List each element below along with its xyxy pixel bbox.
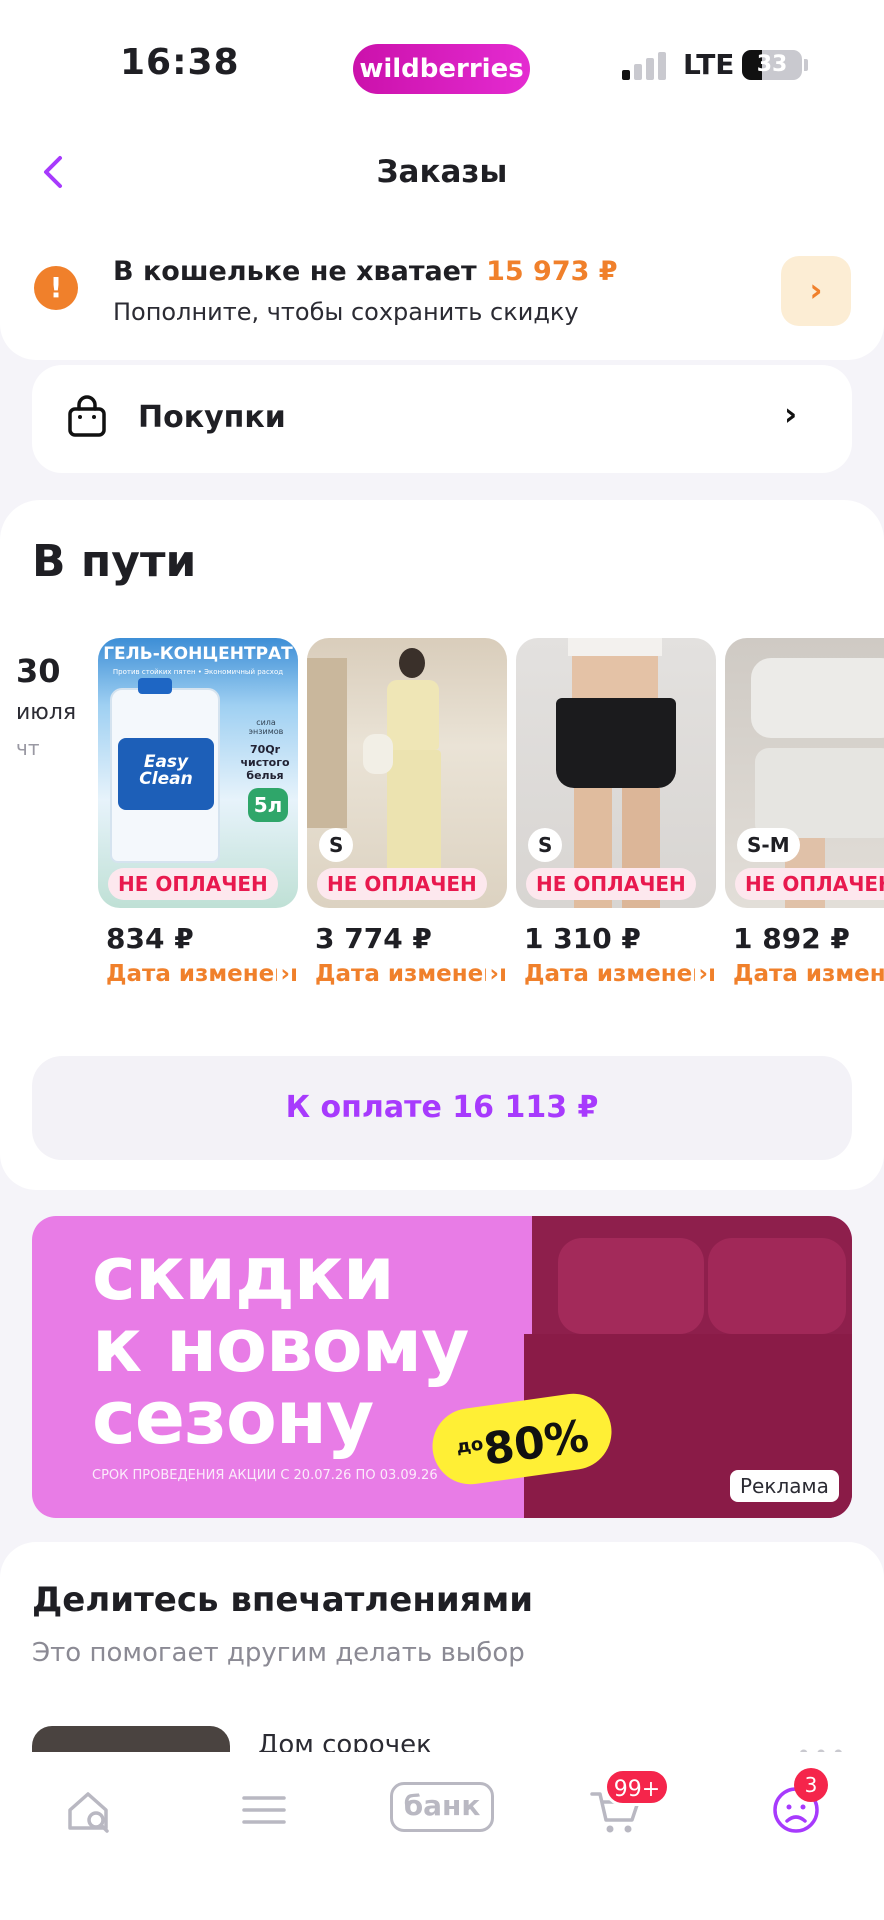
change-date-label: Дата изменения (315, 961, 505, 987)
status-bar: 16:38 wildberries LTE 33 (0, 0, 884, 112)
orders-page: 16:38 wildberries LTE 33 Заказы ! В коше… (0, 0, 884, 1920)
profile-count-badge: 3 (794, 1768, 828, 1802)
warning-icon: ! (34, 266, 78, 310)
change-date-label: Дата изменения (524, 961, 714, 987)
battery-icon: 33 (742, 50, 802, 80)
purchases-link[interactable]: Покупки › (32, 365, 852, 473)
sale-prefix: до (454, 1433, 485, 1459)
network-label: LTE (683, 48, 735, 81)
product-image[interactable]: ГЕЛЬ-КОНЦЕНТРАТ Против стойких пятен • Э… (98, 638, 298, 908)
change-date-link[interactable]: Дата изменения› (315, 961, 505, 987)
banner-line-3: сезону (92, 1375, 374, 1461)
unpaid-badge: НЕ ОПЛАЧЕН (735, 868, 884, 900)
detergent-brand: Easy Clean (139, 752, 193, 789)
product-card[interactable]: S-M НЕ ОПЛАЧЕН 1 892 ₽ Дата изменения (725, 638, 884, 987)
product-card[interactable]: S НЕ ОПЛАЧЕН 1 310 ₽ Дата изменения› (516, 638, 716, 987)
product-price: 1 310 ₽ (524, 922, 641, 955)
wallet-deficit-amount: 15 973 ₽ (486, 256, 618, 287)
product-price: 1 892 ₽ (733, 922, 850, 955)
detergent-cap (138, 678, 172, 694)
ad-label: Реклама (730, 1470, 839, 1502)
chevron-right-icon: › (809, 271, 823, 309)
model-shorts (755, 748, 884, 838)
battery-percent: 33 (756, 52, 788, 77)
model-top (387, 680, 439, 750)
page-title: Заказы (376, 154, 508, 190)
top-bar: Заказы (0, 112, 884, 236)
bank-tab-label: банк (403, 1789, 481, 1822)
pay-button[interactable]: К оплате 16 113 ₽ (32, 1056, 852, 1160)
wallet-alert-text: В кошельке не хватает (113, 256, 477, 287)
chevron-right-icon: › (784, 395, 798, 433)
change-date-link[interactable]: Дата изменения› (524, 961, 714, 987)
model-bag (363, 734, 393, 774)
wallet-alert-title: В кошельке не хватает 15 973 ₽ (113, 256, 618, 287)
sale-value: 80% (480, 1410, 592, 1476)
cart-count-badge: 99+ (604, 1768, 670, 1806)
section-title: В пути (32, 536, 197, 587)
change-date-label: Дата изменения (733, 961, 884, 987)
unpaid-badge: НЕ ОПЛАЧЕН (108, 868, 278, 900)
model-crop-top (568, 638, 662, 656)
model-sweater (751, 658, 884, 738)
unpaid-badge: НЕ ОПЛАЧЕН (526, 868, 696, 900)
wallet-topup-button[interactable]: › (781, 256, 851, 326)
banner-fine-print: СРОК ПРОВЕДЕНИЯ АКЦИИ С 20.07.26 ПО 03.0… (92, 1468, 438, 1483)
chevron-right-icon: › (485, 961, 499, 987)
volume-badge: 5л (248, 788, 288, 822)
home-search-icon[interactable] (60, 1780, 120, 1840)
product-card[interactable]: S НЕ ОПЛАЧЕН 3 774 ₽ Дата изменения› (307, 638, 507, 987)
purchases-label: Покупки (138, 400, 286, 435)
status-time: 16:38 (120, 42, 240, 83)
product-image[interactable]: S НЕ ОПЛАЧЕН (516, 638, 716, 908)
product-image-subheader: Против стойких пятен • Экономичный расхо… (112, 668, 284, 676)
section-subtitle: Это помогает другим делать выбор (32, 1638, 525, 1668)
banner-pillow-right (708, 1238, 846, 1334)
model-head (399, 648, 425, 678)
size-chip: S-M (737, 828, 800, 862)
delivery-month: июля (16, 700, 77, 725)
chevron-right-icon: › (276, 961, 290, 987)
section-title: Делитесь впечатлениями (32, 1580, 534, 1620)
product-image[interactable]: S НЕ ОПЛАЧЕН (307, 638, 507, 908)
battery-tip (804, 59, 808, 71)
promo-banner[interactable]: скидки к новому сезону СРОК ПРОВЕДЕНИЯ А… (32, 1216, 852, 1518)
brand-pill: wildberries (353, 44, 530, 94)
size-chip: S (528, 828, 563, 862)
size-chip: S (319, 828, 354, 862)
bank-tab[interactable]: банк (390, 1782, 494, 1832)
product-card[interactable]: ГЕЛЬ-КОНЦЕНТРАТ Против стойких пятен • Э… (98, 638, 298, 987)
banner-headline: скидки к новому сезону (92, 1231, 469, 1461)
banner-line-2: к новому (92, 1303, 469, 1389)
signal-icon (622, 50, 666, 80)
change-date-link[interactable]: Дата изменения› (106, 961, 296, 987)
bag-icon (68, 395, 106, 437)
change-date-link[interactable]: Дата изменения (733, 961, 884, 987)
product-price: 834 ₽ (106, 922, 194, 955)
product-price: 3 774 ₽ (315, 922, 432, 955)
tab-bar: банк 99+ 3 (0, 1752, 884, 1920)
wallet-alert-subtitle: Пополните, чтобы сохранить скидку (113, 298, 579, 326)
product-image-info2: 70Qr чистого белья (240, 743, 290, 782)
delivery-day: 30 (16, 652, 61, 690)
change-date-label: Дата изменения (106, 961, 296, 987)
unpaid-badge: НЕ ОПЛАЧЕН (317, 868, 487, 900)
shorts (556, 698, 676, 788)
banner-line-1: скидки (92, 1231, 395, 1317)
product-image[interactable]: S-M НЕ ОПЛАЧЕН (725, 638, 884, 908)
delivery-weekday: чт (16, 736, 40, 760)
in-transit-section: В пути 30 июля чт ГЕЛЬ-КОНЦЕНТРАТ Против… (0, 500, 884, 1190)
banner-pillow-left (558, 1238, 704, 1334)
wallet-alert[interactable]: ! В кошельке не хватает 15 973 ₽ Пополни… (0, 236, 884, 360)
catalog-menu-icon[interactable] (234, 1780, 294, 1840)
chevron-right-icon: › (694, 961, 708, 987)
product-image-info: сила энзимов (248, 718, 284, 736)
shelf (307, 658, 347, 828)
product-image-header: ГЕЛЬ-КОНЦЕНТРАТ (103, 644, 293, 664)
